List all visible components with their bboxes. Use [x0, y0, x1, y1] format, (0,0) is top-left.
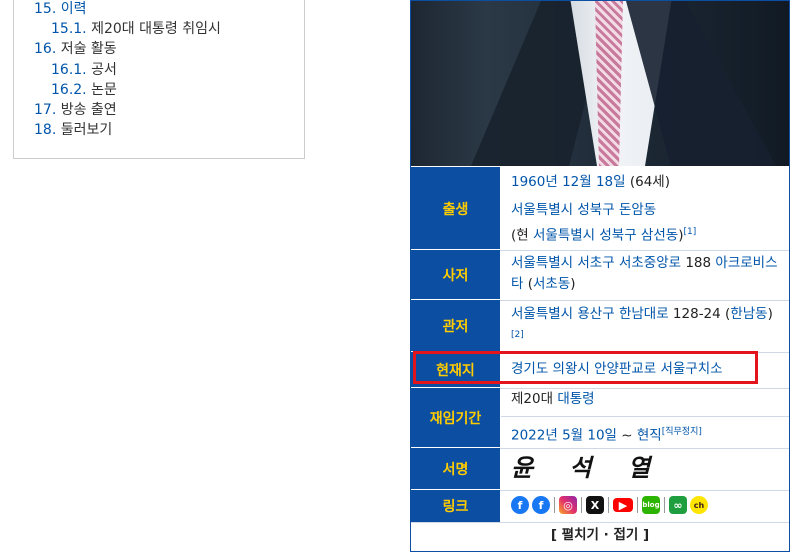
- highlight-box: [413, 351, 758, 384]
- office-link[interactable]: 대통령: [557, 391, 594, 407]
- birth-value: 1960년 12월 18일 (64세) 서울특별시 성북구 돈암동 (현 서울특…: [501, 167, 789, 250]
- social-links: f f ◎ X ▶ blog ∞ ch: [511, 496, 708, 514]
- links-row: 링크 f f ◎ X ▶ blog ∞ ch: [411, 489, 789, 523]
- toc-item[interactable]: 16.2. 논문: [51, 80, 117, 100]
- paren-text: (현: [511, 227, 533, 244]
- portrait-photo[interactable]: [411, 1, 789, 166]
- toc-text: 논문: [91, 82, 117, 98]
- toc-text: 둘러보기: [60, 122, 113, 138]
- term-row: 재임기간 제20대 대통령 2022년 5월 10일 ~ 현직[직무정지]: [411, 387, 789, 449]
- term-label: 재임기간: [411, 388, 500, 448]
- address-number: 188: [685, 255, 712, 271]
- links-label: 링크: [411, 490, 500, 522]
- toc-number[interactable]: 15.1.: [51, 21, 87, 37]
- divider: [581, 497, 582, 513]
- birth-current-link[interactable]: 서울특별시 성북구 삼선동: [533, 228, 678, 244]
- birth-label: 출생: [411, 167, 500, 250]
- toc-number[interactable]: 17.: [34, 102, 56, 118]
- instagram-icon[interactable]: ◎: [559, 496, 577, 514]
- official-residence-value: 서울특별시 용산구 한남대로 128-24 (한남동) [2]: [511, 306, 773, 340]
- residence-value: 서울특별시 서초구 서초중앙로 188 아크로비스타 (서초동): [511, 255, 778, 292]
- toc-number[interactable]: 16.: [34, 41, 56, 57]
- toc-link[interactable]: 이력: [61, 1, 87, 17]
- term-value: 제20대 대통령 2022년 5월 10일 ~ 현직[직무정지]: [501, 388, 789, 448]
- infobox: 출생 1960년 12월 18일 (64세) 서울특별시 성북구 돈암동 (현 …: [410, 0, 790, 552]
- youtube-icon[interactable]: ▶: [613, 498, 633, 512]
- divider: [664, 497, 665, 513]
- address-number: 128-24: [672, 306, 721, 322]
- term-end-link[interactable]: 현직: [637, 428, 662, 444]
- age-text: (64세): [629, 174, 670, 190]
- residence-row: 사저 서울특별시 서초구 서초중앙로 188 아크로비스타 (서초동): [411, 249, 789, 301]
- footnote-1-link[interactable]: [1]: [683, 227, 696, 237]
- birth-row: 출생 1960년 12월 18일 (64세) 서울특별시 성북구 돈암동 (현 …: [411, 166, 789, 251]
- toc-item[interactable]: 16. 저술 활동: [34, 39, 117, 59]
- birth-place-link[interactable]: 서울특별시 성북구 돈암동: [511, 202, 656, 218]
- facebook-icon[interactable]: f: [511, 496, 529, 514]
- divider: [608, 497, 609, 513]
- blog-icon[interactable]: blog: [642, 496, 660, 514]
- residence-label: 사저: [411, 250, 500, 300]
- toc-number[interactable]: 16.2.: [51, 82, 87, 98]
- official-residence-row: 관저 서울특별시 용산구 한남대로 128-24 (한남동) [2]: [411, 299, 789, 353]
- x-icon[interactable]: X: [586, 496, 604, 514]
- divider: [637, 497, 638, 513]
- toc-item[interactable]: 16.1. 공서: [51, 60, 117, 80]
- residence-dong-link[interactable]: 서초동: [533, 276, 570, 292]
- toc-number[interactable]: 18.: [34, 122, 56, 138]
- facebook-icon[interactable]: f: [532, 496, 550, 514]
- term-ordinal: 제20대: [511, 391, 554, 407]
- official-residence-label: 관저: [411, 300, 500, 352]
- link-icon[interactable]: ∞: [669, 496, 687, 514]
- toc-text: 공서: [91, 62, 117, 78]
- table-of-contents: 15. 이력 15.1. 제20대 대통령 취임시 16. 저술 활동 16.1…: [13, 0, 305, 159]
- toc-item[interactable]: 15.1. 제20대 대통령 취임시: [51, 19, 221, 39]
- signature-value: 윤 석 열: [501, 448, 789, 490]
- toc-item[interactable]: 15. 이력: [34, 0, 86, 19]
- term-start-link[interactable]: 2022년 5월 10일: [511, 428, 617, 444]
- residence-address-link[interactable]: 서울특별시 서초구 서초중앙로: [511, 255, 681, 271]
- tilde-text: ~: [621, 427, 633, 444]
- term-note-link[interactable]: [직무정지]: [662, 427, 702, 437]
- toc-item[interactable]: 17. 방송 출연: [34, 100, 117, 120]
- toc-text: 방송 출연: [60, 102, 117, 118]
- toc-item[interactable]: 18. 둘러보기: [34, 120, 112, 140]
- footnote-2-link[interactable]: [2]: [511, 330, 524, 340]
- toc-text: 저술 활동: [60, 41, 117, 57]
- expand-collapse-toggle[interactable]: [ 펼치기 · 접기 ]: [411, 521, 789, 551]
- birth-date-link[interactable]: 1960년 12월 18일: [511, 174, 626, 190]
- signature-row: 서명 윤 석 열: [411, 447, 789, 491]
- signature-image[interactable]: 윤 석 열: [511, 453, 664, 482]
- official-dong-link[interactable]: 한남동: [730, 306, 767, 322]
- kakao-channel-icon[interactable]: ch: [690, 496, 708, 514]
- toc-number[interactable]: 15.: [34, 1, 56, 17]
- toc-number[interactable]: 16.1.: [51, 62, 87, 78]
- official-address-link[interactable]: 서울특별시 용산구 한남대로: [511, 306, 669, 322]
- toc-text: 제20대 대통령 취임시: [91, 21, 221, 37]
- signature-label: 서명: [411, 448, 500, 490]
- divider: [554, 497, 555, 513]
